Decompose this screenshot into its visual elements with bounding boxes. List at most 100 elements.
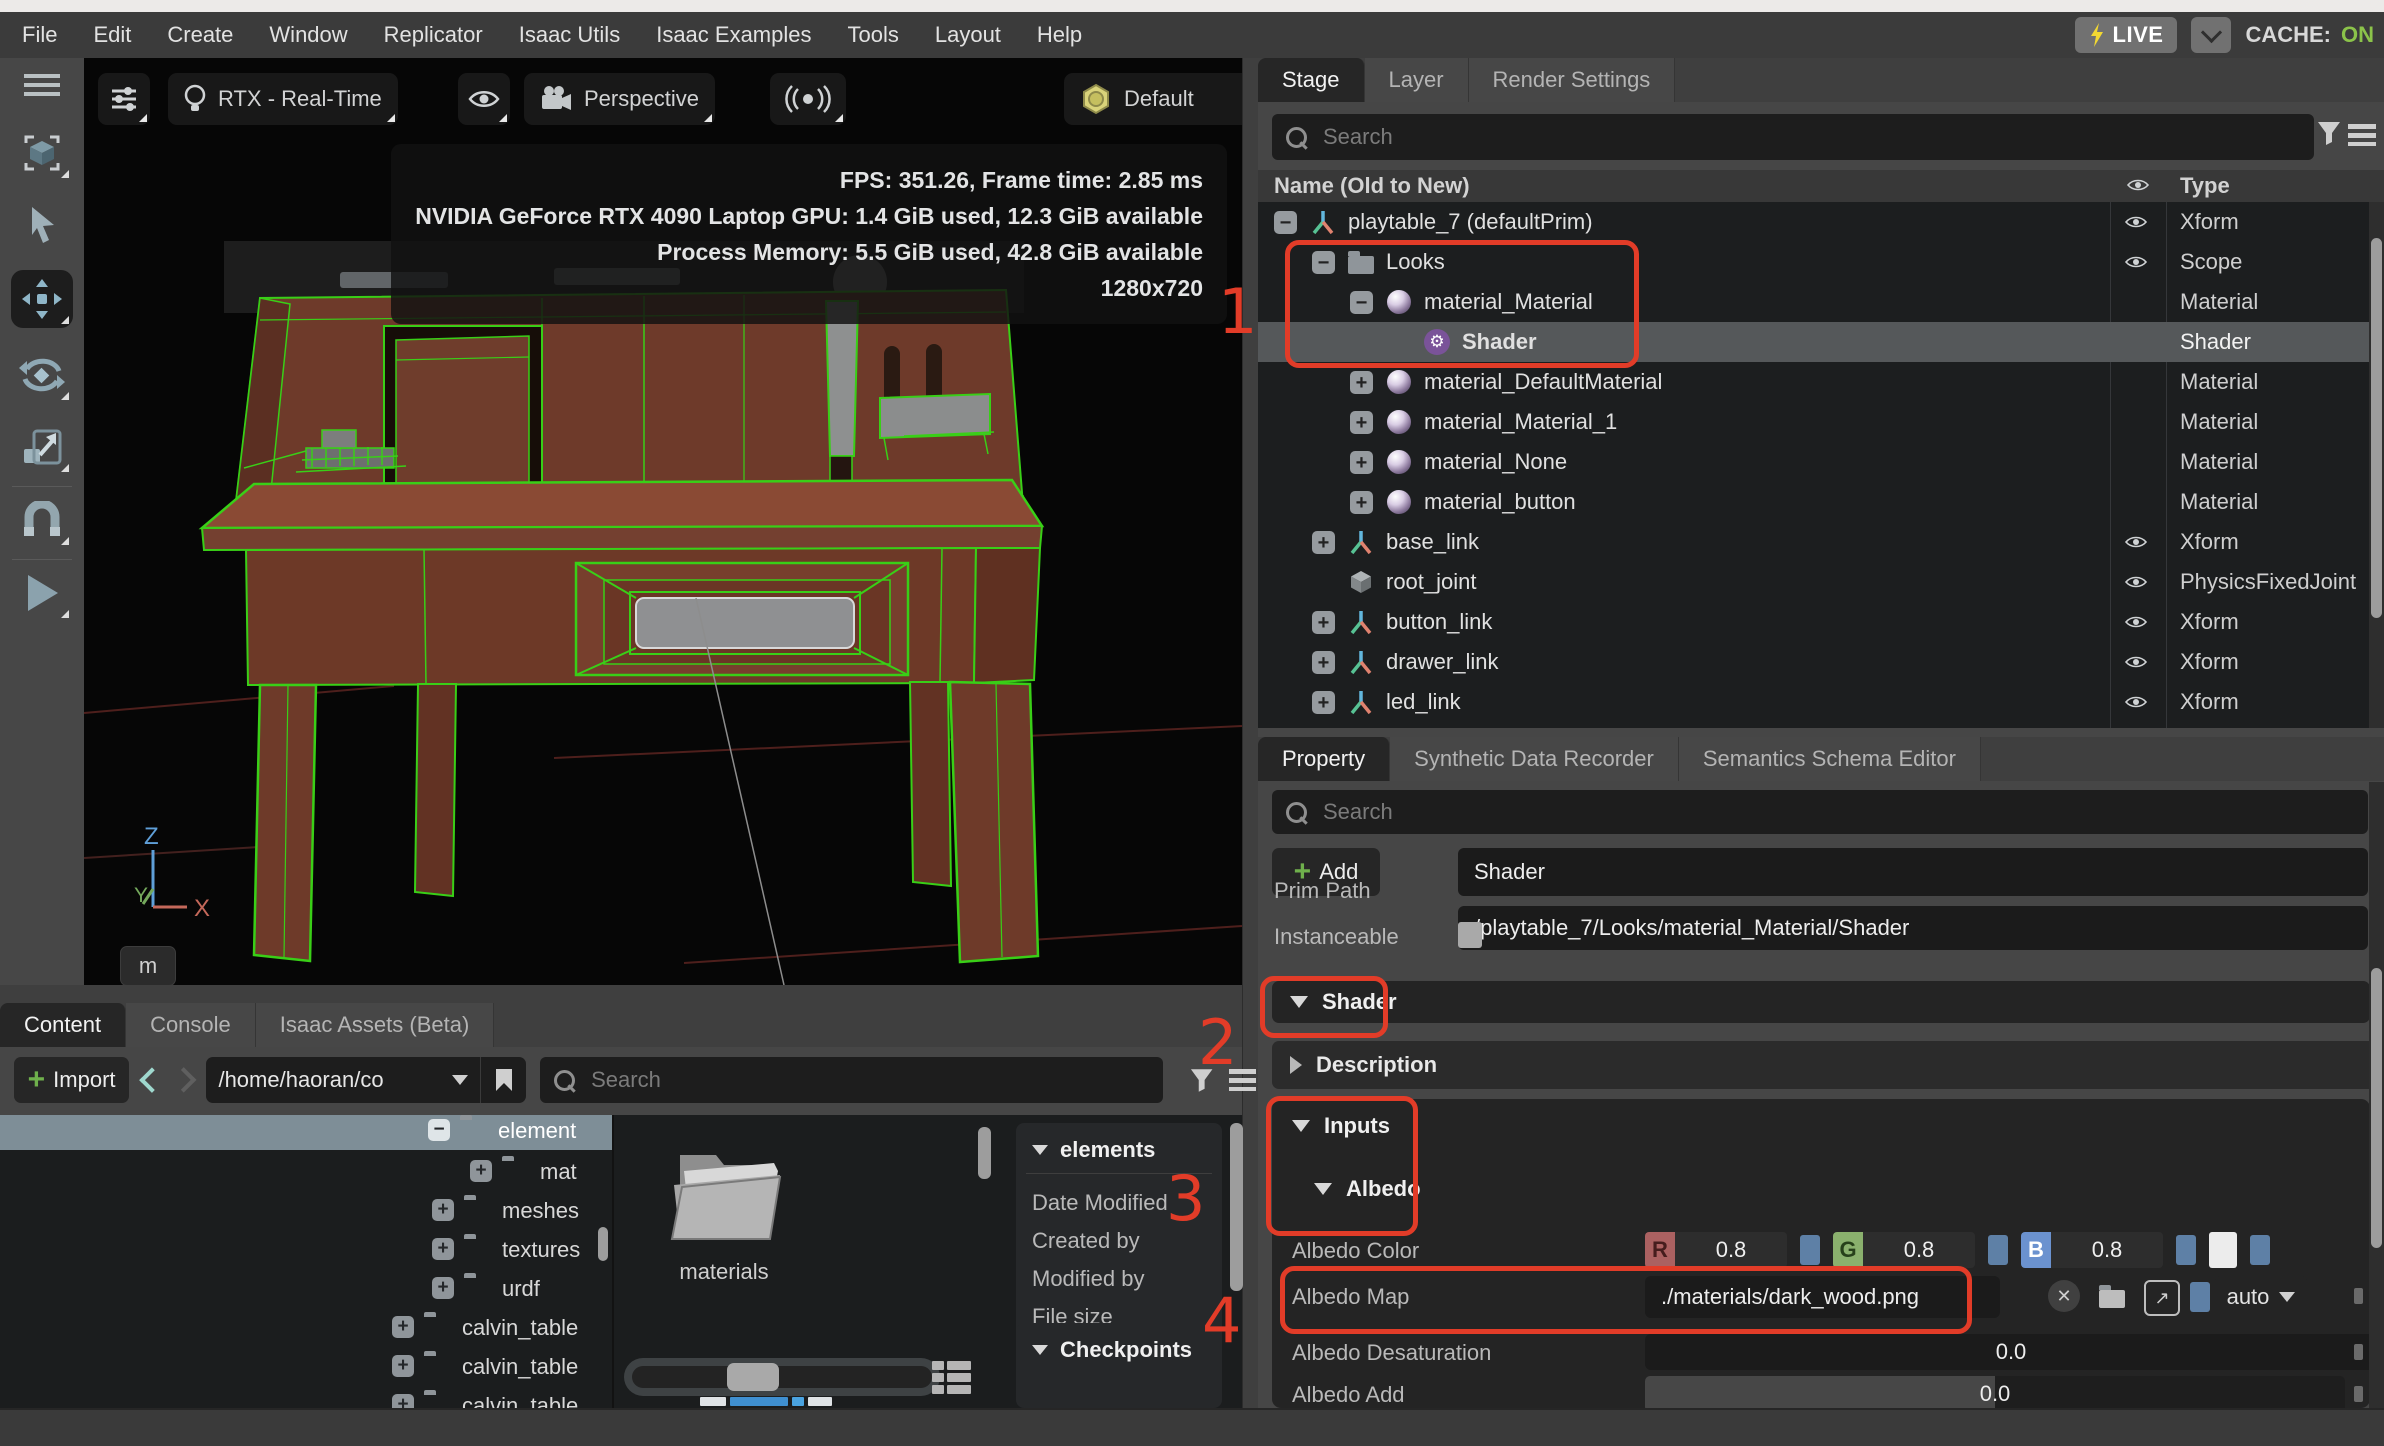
expand-icon[interactable]: + [392,1394,414,1408]
tree-scroll-thumb[interactable] [598,1227,608,1261]
viewport-visibility-button[interactable] [458,73,510,125]
import-button[interactable]: + Import [14,1057,129,1103]
collapse-icon[interactable]: − [428,1119,450,1141]
menu-edit[interactable]: Edit [93,22,131,48]
thumbnail-size-slider[interactable] [624,1358,940,1396]
collapse-icon[interactable]: − [1350,291,1373,314]
bookmark-button[interactable] [480,1057,526,1103]
tree-row-material-material[interactable]: − material_Material Material [1258,282,2384,322]
menu-layout[interactable]: Layout [935,22,1001,48]
expand-icon[interactable]: + [1312,691,1335,714]
expand-icon[interactable]: + [392,1355,414,1377]
instanceable-checkbox[interactable] [1458,922,1482,948]
property-search[interactable] [1272,790,2368,834]
filter-icon[interactable] [2316,120,2342,146]
property-search-input[interactable] [1321,798,2354,826]
tree-row-material-button[interactable]: + material_button Material [1258,482,2384,522]
eye-icon[interactable] [2124,574,2148,590]
tab-content[interactable]: Content [0,1003,126,1047]
expand-icon[interactable]: + [1312,651,1335,674]
menu-isaac-utils[interactable]: Isaac Utils [519,22,620,48]
camera-button[interactable]: Perspective [524,73,715,125]
tree-row-root-joint[interactable]: root_joint PhysicsFixedJoint [1258,562,2384,602]
content-search-input[interactable] [589,1066,1149,1094]
play-button[interactable] [11,564,73,622]
prim-path-field[interactable]: /playtable_7/Looks/material_Material/Sha… [1458,906,2368,950]
tree-item-calvin-table[interactable]: + calvin_table [0,1386,612,1408]
collapse-icon[interactable]: − [1312,251,1335,274]
renderer-button[interactable]: RTX - Real-Time [168,73,398,125]
albedo-section-header[interactable]: Albedo [1314,1176,1514,1202]
move-tool-button[interactable] [11,270,73,328]
reset-indicator[interactable] [2354,1288,2363,1304]
forward-icon[interactable] [171,1067,196,1092]
expand-icon[interactable]: + [392,1316,414,1338]
tree-item-meshes[interactable]: + meshes [0,1191,612,1230]
rotate-tool-button[interactable] [11,346,73,404]
unit-chip[interactable]: m [120,946,176,985]
expand-icon[interactable]: + [1350,411,1373,434]
albedo-map-field[interactable]: ./materials/dark_wood.png [1645,1276,2000,1318]
audio-button[interactable] [770,73,846,125]
reset-indicator[interactable] [2354,1344,2363,1360]
shader-section-header[interactable]: Shader [1272,981,2370,1023]
tree-row-playtable[interactable]: − playtable_7 (defaultPrim) Xform [1258,202,2384,242]
tab-property[interactable]: Property [1258,737,1390,781]
menu-help[interactable]: Help [1037,22,1082,48]
tab-semantics-schema-editor[interactable]: Semantics Schema Editor [1679,737,1981,781]
tree-row-material-default[interactable]: + material_DefaultMaterial Material [1258,362,2384,402]
content-search[interactable] [540,1057,1163,1103]
blue-channel[interactable]: B 0.8 [2021,1232,2163,1268]
stage-options-icon[interactable] [2348,124,2376,146]
path-dropdown[interactable]: /home/haoran/co [206,1057,480,1103]
snap-tool-button[interactable] [11,491,73,549]
eye-icon[interactable] [2124,654,2148,670]
collapse-icon[interactable]: − [1274,211,1297,234]
tree-row-button-link[interactable]: + button_link Xform [1258,602,2384,642]
scale-tool-button[interactable] [11,418,73,476]
tab-console[interactable]: Console [126,1003,256,1047]
tree-item-urdf[interactable]: + urdf [0,1269,612,1308]
menu-replicator[interactable]: Replicator [384,22,483,48]
tree-row-base-link[interactable]: + base_link Xform [1258,522,2384,562]
stage-search-input[interactable] [1321,123,2300,151]
expand-icon[interactable]: + [1312,531,1335,554]
stage-search[interactable] [1272,114,2314,160]
channel-handle[interactable] [2250,1235,2270,1265]
menu-file[interactable]: File [22,22,57,48]
rail-handle-icon[interactable] [11,68,73,102]
tab-layer[interactable]: Layer [1365,58,1469,102]
slider-handle[interactable] [727,1363,779,1391]
eye-icon[interactable] [2124,534,2148,550]
folder-browse-icon[interactable] [2096,1280,2128,1312]
clear-icon[interactable]: ✕ [2048,1280,2080,1312]
eye-icon[interactable] [2124,614,2148,630]
viewport-settings-button[interactable] [98,73,150,125]
tab-render-settings[interactable]: Render Settings [1469,58,1676,102]
tree-item-calvin-table[interactable]: + calvin_table [0,1308,612,1347]
select-mode-button[interactable] [11,124,73,182]
prim-type-field[interactable]: Shader [1458,848,2368,896]
tab-isaac-assets[interactable]: Isaac Assets (Beta) [256,1003,495,1047]
grid-item-materials[interactable]: materials [654,1141,794,1285]
reset-indicator[interactable] [2354,1386,2363,1402]
tree-row-drawer-link[interactable]: + drawer_link Xform [1258,642,2384,682]
property-scrollbar[interactable] [2369,782,2384,1408]
albedo-add-field[interactable]: 0.0 [1645,1376,2345,1412]
expand-icon[interactable]: + [1350,371,1373,394]
back-icon[interactable] [139,1067,164,1092]
expand-icon[interactable]: + [432,1277,454,1299]
tree-row-shader-selected[interactable]: ⚙ Shader Shader [1258,322,2384,362]
channel-handle[interactable] [2176,1235,2196,1265]
description-section-header[interactable]: Description [1272,1041,2384,1089]
tree-item-elements[interactable]: − element [0,1115,612,1150]
view-mode-toggle-icon[interactable] [932,1361,976,1395]
tree-row-looks[interactable]: − Looks Scope [1258,242,2384,282]
tab-synthetic-data-recorder[interactable]: Synthetic Data Recorder [1390,737,1679,781]
channel-handle[interactable] [1988,1235,2008,1265]
checkpoints-header[interactable]: Checkpoints [1016,1323,1222,1373]
expand-icon[interactable]: + [432,1238,454,1260]
menu-create[interactable]: Create [167,22,233,48]
tree-item-mat[interactable]: + mat [0,1152,612,1191]
colorspace-dropdown[interactable]: auto [2215,1276,2307,1318]
